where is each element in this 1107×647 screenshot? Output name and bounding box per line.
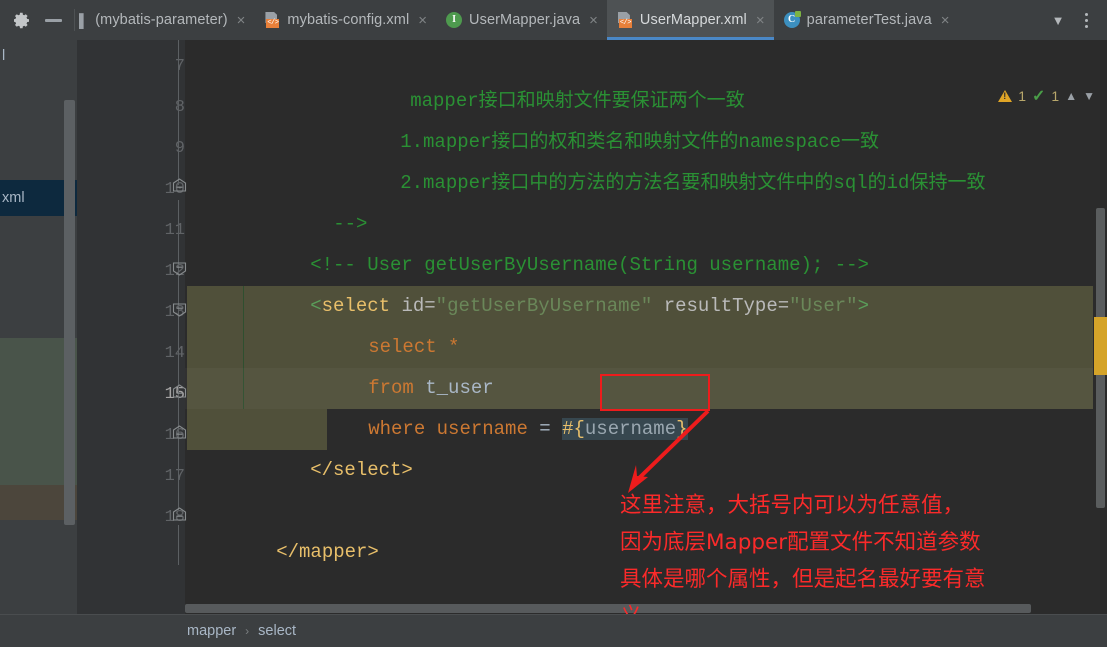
warning-triangle-icon [998, 90, 1013, 102]
code-attr-resulttype: resultType [663, 295, 778, 317]
line-number: 12 [164, 262, 185, 281]
java-test-icon: C [783, 11, 801, 28]
fold-guide [178, 40, 179, 185]
tab-close-icon[interactable]: × [418, 13, 427, 28]
annotation-line-3: 具体是哪个属性，但是起名最好要有意 [620, 567, 986, 592]
breadcrumb-item-mapper[interactable]: mapper [187, 623, 236, 639]
tab-mybatis-config-xml[interactable]: </> mybatis-config.xml × [254, 0, 436, 40]
xml-file-icon: </> [264, 12, 280, 28]
line-number-current: 15 [164, 385, 185, 404]
breadcrumb-separator: › [245, 624, 250, 638]
editor-marker-track[interactable] [1093, 40, 1107, 647]
code-select-close-bracket: > [857, 295, 869, 317]
horizontal-scrollbar-thumb[interactable] [185, 604, 1031, 613]
tab-close-icon[interactable]: × [756, 13, 765, 28]
fold-guide [178, 525, 179, 565]
editor-tab-bar: ▌ (mybatis-parameter) × </> mybatis-conf… [0, 0, 1107, 40]
ok-count: 1 [1051, 88, 1060, 104]
tab-label: parameterTest.java [806, 12, 932, 28]
tab-bar-tool-icons [0, 0, 74, 40]
annotation-line-2: 因为底层Mapper配置文件不知道参数 [620, 530, 981, 555]
tab-list: ▌ (mybatis-parameter) × </> mybatis-conf… [75, 0, 1045, 40]
tab-usermapper-xml[interactable]: </> UserMapper.xml × [606, 0, 774, 40]
line-number: 7 [174, 57, 185, 76]
line-number: 10 [164, 180, 185, 199]
chevron-down-icon[interactable]: ▼ [1045, 0, 1071, 40]
code-id-value: "getUserByUsername" [435, 295, 653, 317]
tab-parametertest-java[interactable]: C parameterTest.java × [774, 0, 959, 40]
code-mapper-close-tag: </mapper> [276, 541, 379, 563]
check-mark-icon: ✓ [1032, 88, 1046, 105]
breadcrumb[interactable]: mapper › select [77, 614, 1107, 647]
line-number: 16 [164, 426, 185, 445]
line-number: 18 [164, 508, 185, 527]
tab-close-icon[interactable]: × [589, 13, 598, 28]
tab-label: mybatis-config.xml [287, 12, 410, 28]
xml-file-icon: </> [617, 12, 633, 28]
code-eq2: = [777, 295, 790, 317]
java-interface-icon: I [446, 12, 463, 28]
tab-label: UserMapper.java [469, 12, 581, 28]
mybatis-param-open: #{ [562, 418, 585, 440]
breadcrumb-item-select[interactable]: select [258, 623, 296, 639]
ide-window: ▌ (mybatis-parameter) × </> mybatis-conf… [0, 0, 1107, 647]
kebab-menu-icon[interactable] [1073, 0, 1099, 40]
tab-mybatis-parameter[interactable]: ▌ (mybatis-parameter) × [75, 0, 254, 40]
warning-count: 1 [1018, 88, 1027, 104]
tab-label: UserMapper.xml [639, 12, 747, 28]
project-tool-window-partial[interactable]: l xml [0, 40, 77, 647]
sql-equals: = [539, 418, 551, 440]
breadcrumb-left-stub [0, 614, 77, 647]
tab-label: (mybatis-parameter) [95, 12, 228, 28]
line-number: 9 [174, 139, 185, 158]
line-number: 8 [174, 98, 185, 117]
tab-close-icon[interactable]: × [237, 13, 246, 28]
line-number: 11 [164, 221, 185, 240]
gear-icon[interactable] [14, 12, 31, 29]
code-select-close-tag: </select> [310, 459, 413, 481]
tab-close-icon[interactable]: × [941, 13, 950, 28]
code-comment-line9: 2.mapper接口中的方法的方法名要和映射文件中的sql的id保持一致 [400, 172, 986, 194]
fold-guide [178, 200, 179, 510]
chevron-up-icon[interactable]: ▲ [1065, 89, 1077, 103]
annotation-line-1: 这里注意，大括号内可以为任意值， [620, 493, 965, 518]
line-number: 17 [164, 467, 185, 486]
minimize-icon[interactable] [45, 18, 62, 22]
tab-bar-controls: ▼ [1045, 0, 1107, 40]
line-number: 13 [164, 303, 185, 322]
line-number: 14 [164, 344, 185, 363]
module-bar-icon: ▌ [79, 12, 89, 28]
sql-column-name: username [436, 418, 528, 440]
inspection-widget[interactable]: 1 ✓ 1 ▲ ▼ [998, 86, 1095, 106]
project-panel-scrollbar[interactable] [64, 100, 75, 525]
editor-gutter[interactable]: 7 8 9 10 11 12 13 14 15 16 17 18 [77, 40, 187, 647]
warning-marker-stripe[interactable] [1094, 317, 1107, 375]
tab-usermapper-java[interactable]: I UserMapper.java × [436, 0, 607, 40]
code-resulttype-value: "User" [789, 295, 858, 317]
project-item-truncated-top: l [2, 48, 6, 64]
